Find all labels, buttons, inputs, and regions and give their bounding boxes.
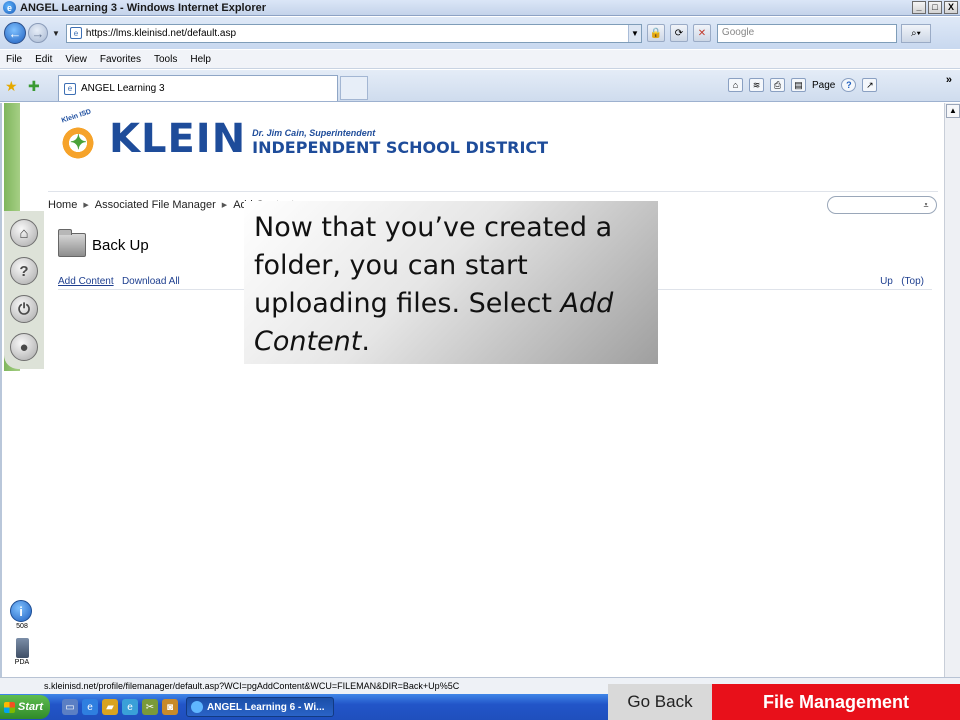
callout-end: . xyxy=(361,326,370,357)
accessibility-508-icon[interactable]: i xyxy=(10,600,32,622)
menu-tools[interactable]: Tools xyxy=(154,54,177,65)
address-field[interactable]: e https://lms.kleinisd.net/default.asp ▼ xyxy=(65,23,642,43)
new-tab-button[interactable] xyxy=(340,76,368,100)
start-button[interactable]: Start xyxy=(0,695,50,719)
logo-klein-text: KLEIN xyxy=(109,116,247,162)
favorites-star-icon[interactable]: ★ xyxy=(5,78,18,95)
chevron-more-icon[interactable]: » xyxy=(946,74,952,86)
taskbar-window-button[interactable]: ANGEL Learning 6 - Wi... xyxy=(186,697,334,717)
breadcrumb-home[interactable]: Home xyxy=(48,199,77,211)
window-controls: _ □ X xyxy=(912,1,958,14)
start-label: Start xyxy=(18,701,44,713)
folder-header: Back Up xyxy=(58,229,149,257)
top-link[interactable]: (Top) xyxy=(901,276,924,287)
menu-edit[interactable]: Edit xyxy=(35,54,52,65)
folder-icon[interactable]: ▰ xyxy=(102,699,118,715)
tutorial-callout: Now that you’ve created a folder, you ca… xyxy=(244,201,658,364)
menu-favorites[interactable]: Favorites xyxy=(100,54,141,65)
vertical-scrollbar[interactable]: ▲ xyxy=(944,103,960,677)
menu-view[interactable]: View xyxy=(65,54,87,65)
add-favorite-icon[interactable]: ✚ xyxy=(28,78,40,95)
page-jump-select[interactable]: ⩡ xyxy=(827,196,937,214)
tab-bar: ★ ✚ e ANGEL Learning 3 ⌂ ≋ ⎙ ▤ Page ? ↗ … xyxy=(0,70,960,102)
page-menu-label[interactable]: Page xyxy=(812,80,835,91)
superintendent-text: Dr. Jim Cain, Superintendent xyxy=(252,127,376,138)
feeds-icon[interactable]: ≋ xyxy=(749,78,764,92)
pda-icon[interactable] xyxy=(15,638,29,658)
label-508: 508 xyxy=(16,623,28,630)
breadcrumb-file-manager[interactable]: Associated File Manager xyxy=(95,199,216,211)
seal-figure-icon: ✦ xyxy=(70,132,87,154)
home-icon[interactable]: ⌂ xyxy=(10,219,38,247)
refresh-icon[interactable]: ⟳ xyxy=(669,24,688,42)
side-tool-panel: ⌂ ? ⏻ ● xyxy=(4,211,44,369)
folder-title: Back Up xyxy=(92,236,149,254)
label-pda: PDA xyxy=(14,659,30,666)
close-button[interactable]: X xyxy=(944,1,958,14)
taskbar-window-label: ANGEL Learning 6 - Wi... xyxy=(207,701,325,713)
page-icon: e xyxy=(64,82,76,95)
menu-bar: File Edit View Favorites Tools Help xyxy=(0,50,960,69)
ie-icon[interactable]: e xyxy=(82,699,98,715)
forward-button[interactable]: → xyxy=(28,23,48,43)
up-link[interactable]: Up xyxy=(880,276,893,287)
stop-icon[interactable]: ✕ xyxy=(692,24,711,42)
window-titlebar: e ANGEL Learning 3 - Windows Internet Ex… xyxy=(0,0,960,16)
search-input[interactable]: Google xyxy=(716,23,897,43)
show-desktop-icon[interactable]: ▭ xyxy=(62,699,78,715)
tab-angel-learning[interactable]: e ANGEL Learning 3 xyxy=(58,75,338,101)
callout-text: Now that you’ve created a folder, you ca… xyxy=(254,212,613,319)
page-menu-icon[interactable]: ▤ xyxy=(791,78,806,92)
klein-seal-logo: Klein ISD ✦ xyxy=(57,108,99,165)
command-bar: ⌂ ≋ ⎙ ▤ Page ? ↗ xyxy=(728,78,878,92)
windows-flag-icon xyxy=(4,701,15,713)
maximize-button[interactable]: □ xyxy=(928,1,942,14)
help-icon[interactable]: ? xyxy=(10,257,38,285)
print-icon[interactable]: ⎙ xyxy=(770,78,785,92)
recent-pages-dropdown[interactable]: ▼ xyxy=(52,29,60,38)
scroll-up-icon[interactable]: ▲ xyxy=(946,104,960,118)
district-logo: Klein ISD ✦ KLEIN Dr. Jim Cain, Superint… xyxy=(57,108,549,165)
url-text: https://lms.kleinisd.net/default.asp xyxy=(85,27,236,39)
page-viewport: ⌂ ? ⏻ ● i 508 PDA Klein ISD ✦ KLEIN Dr. … xyxy=(0,103,944,677)
home-icon[interactable]: ⌂ xyxy=(728,78,743,92)
tab-label: ANGEL Learning 3 xyxy=(81,83,165,94)
ie-icon xyxy=(191,701,203,713)
breadcrumb-separator-icon: ▶ xyxy=(83,201,89,209)
research-icon[interactable]: ↗ xyxy=(862,78,878,92)
seal-text: Klein ISD xyxy=(60,108,93,125)
help-icon[interactable]: ? xyxy=(841,78,857,92)
tools-icon[interactable]: ✂ xyxy=(142,699,158,715)
folder-icon xyxy=(58,229,86,257)
back-button[interactable]: ← xyxy=(4,22,26,44)
profile-icon[interactable]: ● xyxy=(10,333,38,361)
browser-icon[interactable]: e xyxy=(122,699,138,715)
app-icon[interactable]: ◙ xyxy=(162,699,178,715)
menu-file[interactable]: File xyxy=(6,54,22,65)
dropdown-arrow-icon[interactable]: ⩡ xyxy=(918,199,934,211)
search-icon[interactable]: ⌕▾ xyxy=(900,23,931,43)
section-label: File Management xyxy=(712,684,960,720)
window-title: ANGEL Learning 3 - Windows Internet Expl… xyxy=(20,1,267,14)
quick-launch: ▭ e ▰ e ✂ ◙ xyxy=(62,699,178,715)
go-back-button[interactable]: Go Back xyxy=(608,684,712,720)
ie-logo-icon: e xyxy=(3,1,16,14)
breadcrumb-separator-icon: ▶ xyxy=(221,201,228,209)
district-name-text: INDEPENDENT SCHOOL DISTRICT xyxy=(252,137,549,157)
page-icon: e xyxy=(69,27,82,39)
status-url: s.kleinisd.net/profile/filemanager/defau… xyxy=(44,681,460,691)
add-content-link[interactable]: Add Content xyxy=(58,276,114,287)
address-toolbar: ← → ▼ e https://lms.kleinisd.net/default… xyxy=(0,17,960,49)
minimize-button[interactable]: _ xyxy=(912,1,926,14)
download-all-link[interactable]: Download All xyxy=(122,276,180,287)
lock-icon[interactable]: 🔒 xyxy=(646,24,665,42)
power-icon[interactable]: ⏻ xyxy=(10,295,38,323)
accessibility-tools: i 508 PDA xyxy=(10,600,34,666)
menu-help[interactable]: Help xyxy=(190,54,211,65)
url-dropdown-icon[interactable]: ▼ xyxy=(627,24,641,42)
